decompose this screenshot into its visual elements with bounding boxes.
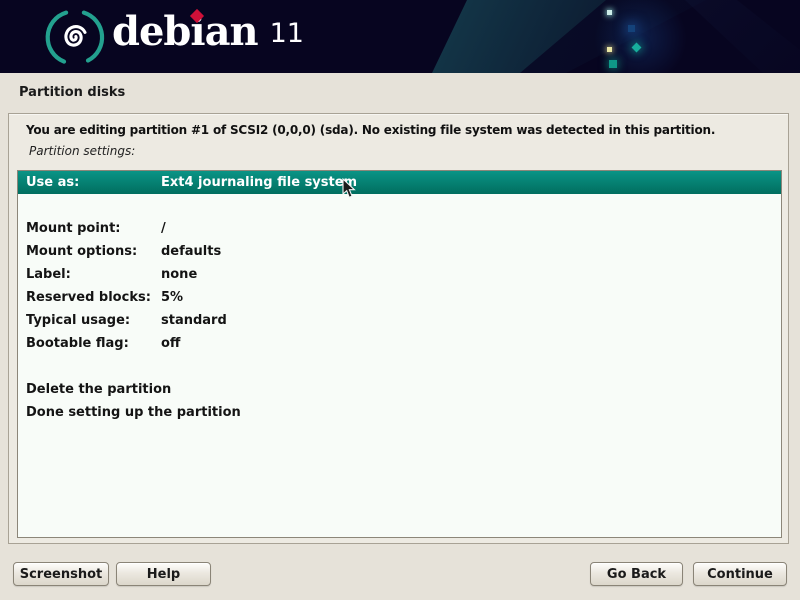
- list-row[interactable]: Reserved blocks:5%: [18, 286, 781, 309]
- setting-label: Label:: [26, 267, 161, 282]
- page-title: Partition disks: [19, 85, 125, 100]
- setting-value: 5%: [161, 290, 183, 305]
- list-row-blank: [18, 194, 781, 217]
- wordmark-post: an: [205, 8, 258, 55]
- setting-label: Done setting up the partition: [26, 405, 161, 420]
- list-row[interactable]: Label:none: [18, 263, 781, 286]
- setting-label: Mount options:: [26, 244, 161, 259]
- screenshot-button[interactable]: Screenshot: [13, 562, 109, 586]
- list-row[interactable]: Typical usage:standard: [18, 309, 781, 332]
- sparkle-icon: [607, 10, 612, 15]
- list-row[interactable]: Delete the partition: [18, 378, 781, 401]
- setting-value: none: [161, 267, 197, 282]
- version-number: 11: [270, 18, 304, 49]
- header: debian11: [0, 0, 800, 73]
- sparkle-icon: [607, 47, 612, 52]
- wordmark-pre: deb: [112, 8, 190, 55]
- partition-settings-list: Use as:Ext4 journaling file system Mount …: [17, 170, 782, 538]
- partition-settings-label: Partition settings:: [29, 144, 135, 158]
- list-row[interactable]: Use as:Ext4 journaling file system: [18, 171, 781, 194]
- list-row[interactable]: Mount options:defaults: [18, 240, 781, 263]
- setting-label: Bootable flag:: [26, 336, 161, 351]
- sparkle-icon: [628, 25, 635, 32]
- mouse-cursor-icon: [342, 178, 358, 200]
- list-row[interactable]: Bootable flag:off: [18, 332, 781, 355]
- go-back-button[interactable]: Go Back: [590, 562, 683, 586]
- continue-button[interactable]: Continue: [693, 562, 787, 586]
- setting-value: standard: [161, 313, 227, 328]
- list-row[interactable]: Mount point:/: [18, 217, 781, 240]
- setting-value: off: [161, 336, 180, 351]
- debian-swirl-icon: [45, 6, 105, 68]
- list-row-blank: [18, 355, 781, 378]
- header-decoration-glow: [583, 0, 698, 73]
- help-button[interactable]: Help: [116, 562, 211, 586]
- setting-label: Reserved blocks:: [26, 290, 161, 305]
- setting-label: Typical usage:: [26, 313, 161, 328]
- setting-value: Ext4 journaling file system: [161, 175, 357, 190]
- list-row[interactable]: Done setting up the partition: [18, 401, 781, 424]
- setting-label: Delete the partition: [26, 382, 161, 397]
- debian-wordmark: debian11: [112, 9, 304, 60]
- setting-label: Use as:: [26, 175, 161, 190]
- setting-label: Mount point:: [26, 221, 161, 236]
- sparkle-icon: [609, 60, 617, 68]
- partition-message: You are editing partition #1 of SCSI2 (0…: [26, 123, 715, 137]
- setting-value: /: [161, 221, 166, 236]
- setting-value: defaults: [161, 244, 221, 259]
- main-panel: You are editing partition #1 of SCSI2 (0…: [8, 113, 789, 544]
